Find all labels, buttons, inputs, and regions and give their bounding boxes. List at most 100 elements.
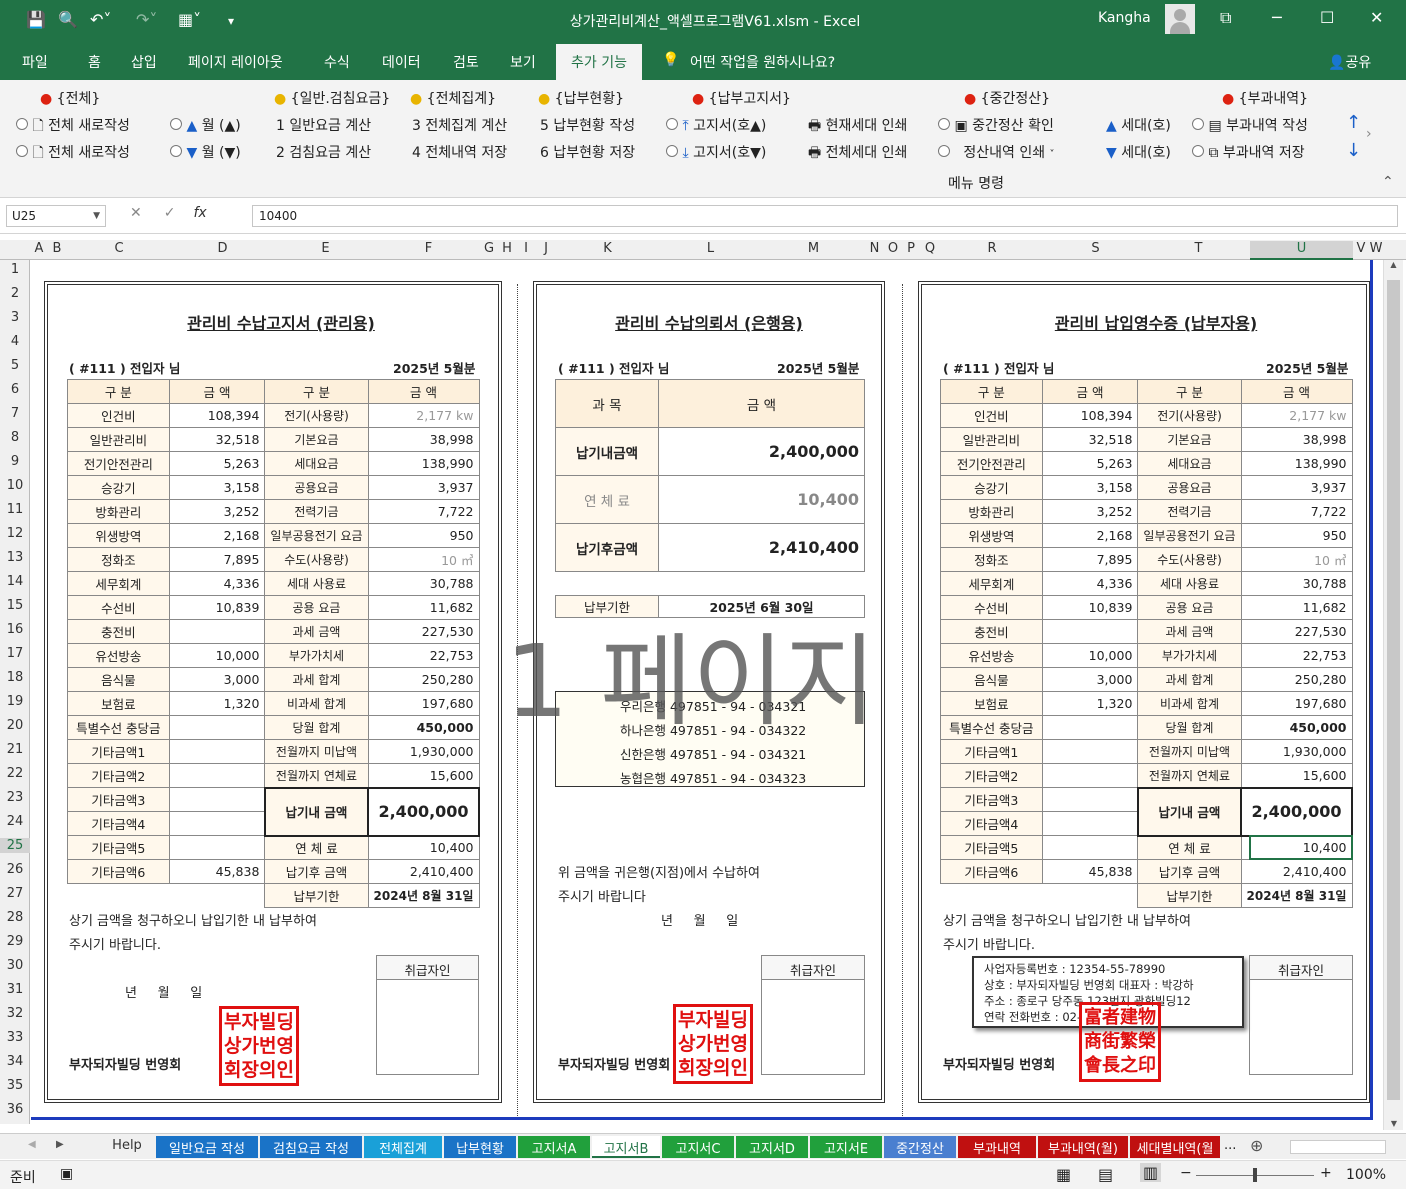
total-calc-button[interactable]: 3 전체집계 계산 xyxy=(412,115,507,135)
user-name[interactable]: Kangha xyxy=(1098,10,1151,26)
column-header[interactable]: S xyxy=(1044,241,1147,256)
meter-calc-button[interactable]: 2 검침요금 계산 xyxy=(276,142,371,162)
scroll-up-arrow[interactable]: ▲ xyxy=(1384,260,1403,269)
row-header[interactable]: 19 xyxy=(0,694,30,709)
undo-icon[interactable]: ↶˅ xyxy=(90,10,111,29)
row-header[interactable]: 35 xyxy=(0,1078,30,1093)
avatar[interactable] xyxy=(1165,4,1195,34)
row-header[interactable]: 31 xyxy=(0,982,30,997)
form-icon[interactable]: ▦˅ xyxy=(178,10,201,29)
row-header[interactable]: 3 xyxy=(0,310,30,325)
column-header[interactable]: O xyxy=(884,241,902,256)
maximize-icon[interactable]: ☐ xyxy=(1320,8,1334,27)
column-header[interactable]: M xyxy=(762,241,865,256)
page-break-view-icon[interactable]: ▥ xyxy=(1140,1163,1162,1182)
more-sheets-icon[interactable]: ... xyxy=(1224,1138,1236,1153)
tab-file[interactable]: 파일 xyxy=(22,52,48,72)
ribbon-display-icon[interactable]: ⧉ xyxy=(1220,8,1231,28)
charges-write-button[interactable]: ▤ 부과내역 작성 xyxy=(1192,115,1308,135)
row-header[interactable]: 8 xyxy=(0,430,30,445)
vertical-scrollbar[interactable]: ▲ ▼ xyxy=(1383,260,1403,1130)
payment-write-button[interactable]: 5 납부현황 작성 xyxy=(540,115,635,135)
minimize-icon[interactable]: ─ xyxy=(1272,8,1282,27)
sheet-tab[interactable]: 고지서B xyxy=(592,1136,660,1158)
month-down-button[interactable]: ▼ 월 (▼) xyxy=(170,142,241,162)
row-header[interactable]: 26 xyxy=(0,862,30,877)
row-header[interactable]: 34 xyxy=(0,1054,30,1069)
settlement-print-button[interactable]: 정산내역 인쇄 ˅ xyxy=(938,142,1055,162)
column-header[interactable]: I xyxy=(516,241,536,256)
row-header[interactable]: 11 xyxy=(0,502,30,517)
horizontal-scrollbar[interactable] xyxy=(1290,1140,1386,1154)
row-header[interactable]: 9 xyxy=(0,454,30,469)
enter-icon[interactable]: ✓ xyxy=(164,205,176,221)
payment-save-button[interactable]: 6 납부현황 저장 xyxy=(540,142,635,162)
row-header[interactable]: 15 xyxy=(0,598,30,613)
column-header[interactable]: B xyxy=(47,241,67,256)
row-header[interactable]: 33 xyxy=(0,1030,30,1045)
sheet-tab[interactable]: 세대별내역(월 xyxy=(1130,1136,1220,1158)
scroll-down-icon[interactable]: ↓ xyxy=(1346,140,1361,161)
row-header[interactable]: 2 xyxy=(0,286,30,301)
print-preview-icon[interactable]: 🔍 xyxy=(58,10,78,29)
unit-up-button[interactable]: ▲ 세대(호) xyxy=(1106,115,1171,135)
column-header[interactable]: C xyxy=(67,241,171,256)
sheet-tab[interactable]: 고지서A xyxy=(518,1136,590,1158)
chevron-down-icon[interactable]: ▼ xyxy=(93,211,100,221)
new-all-button-2[interactable]: 🗋 전체 새로작성 xyxy=(16,142,130,166)
share-button[interactable]: 👤공유 xyxy=(1328,52,1371,72)
ribbon-more-icon[interactable]: › xyxy=(1366,126,1372,142)
page-layout-icon[interactable]: ▤ xyxy=(1098,1165,1113,1184)
print-all-button[interactable]: 🖶 전체세대 인쇄 xyxy=(808,142,907,166)
row-header[interactable]: 13 xyxy=(0,550,30,565)
sheet-tab[interactable]: 고지서D xyxy=(736,1136,808,1158)
sheet-tab[interactable]: 부과내역 xyxy=(958,1136,1036,1158)
row-header[interactable]: 22 xyxy=(0,766,30,781)
zoom-level[interactable]: 100% xyxy=(1346,1167,1386,1183)
save-icon[interactable]: 💾 xyxy=(26,10,46,29)
column-header[interactable]: Q xyxy=(920,241,940,256)
row-header[interactable]: 4 xyxy=(0,334,30,349)
column-header[interactable]: V xyxy=(1353,241,1369,256)
column-header[interactable]: K xyxy=(556,241,659,256)
function-icon[interactable]: fx xyxy=(193,205,206,221)
column-header[interactable]: W xyxy=(1369,241,1383,256)
close-icon[interactable]: ✕ xyxy=(1370,8,1383,27)
next-sheet-icon[interactable]: ▶ xyxy=(56,1139,64,1150)
notice-down-button[interactable]: ⤓ 고지서(호▼) xyxy=(666,142,766,162)
row-header[interactable]: 27 xyxy=(0,886,30,901)
row-header[interactable]: 24 xyxy=(0,814,30,829)
column-header[interactable]: J xyxy=(536,241,556,256)
zoom-out-icon[interactable]: − xyxy=(1180,1165,1192,1181)
row-header[interactable]: 7 xyxy=(0,406,30,421)
total-save-button[interactable]: 4 전체내역 저장 xyxy=(412,142,507,162)
row-header[interactable]: 14 xyxy=(0,574,30,589)
row-header[interactable]: 32 xyxy=(0,1006,30,1021)
column-header[interactable]: L xyxy=(659,241,762,256)
formula-input[interactable]: 10400 xyxy=(252,205,1398,227)
column-header[interactable]: D xyxy=(171,241,274,256)
redo-icon[interactable]: ↷˅ xyxy=(136,10,157,29)
sheet-tab[interactable]: 고지서E xyxy=(810,1136,882,1158)
column-header-selected[interactable]: U xyxy=(1250,241,1353,260)
sheet-tab[interactable]: 검침요금 작성 xyxy=(260,1136,362,1158)
row-header[interactable]: 5 xyxy=(0,358,30,373)
normal-view-icon[interactable]: ▦ xyxy=(1056,1165,1071,1184)
unit-down-button[interactable]: ▼ 세대(호) xyxy=(1106,142,1171,162)
row-header[interactable]: 25 xyxy=(0,838,30,853)
column-header[interactable]: A xyxy=(32,241,46,256)
column-header[interactable]: F xyxy=(377,241,480,256)
print-current-button[interactable]: 🖶 현재세대 인쇄 xyxy=(808,115,907,139)
scroll-thumb[interactable] xyxy=(1387,280,1400,1100)
row-header[interactable]: 10 xyxy=(0,478,30,493)
sheet-tab[interactable]: 전체집계 xyxy=(364,1136,442,1158)
column-header[interactable]: R xyxy=(940,241,1044,256)
month-up-button[interactable]: ▲ 월 (▲) xyxy=(170,115,241,135)
zoom-thumb[interactable] xyxy=(1253,1168,1257,1182)
sheet-tab[interactable]: 고지서C xyxy=(662,1136,734,1158)
macro-record-icon[interactable]: ▣ xyxy=(60,1166,73,1182)
row-header[interactable]: 36 xyxy=(0,1102,30,1117)
row-header[interactable]: 23 xyxy=(0,790,30,805)
charges-save-button[interactable]: ⧉ 부과내역 저장 xyxy=(1192,142,1305,162)
row-header[interactable]: 1 xyxy=(0,262,30,277)
